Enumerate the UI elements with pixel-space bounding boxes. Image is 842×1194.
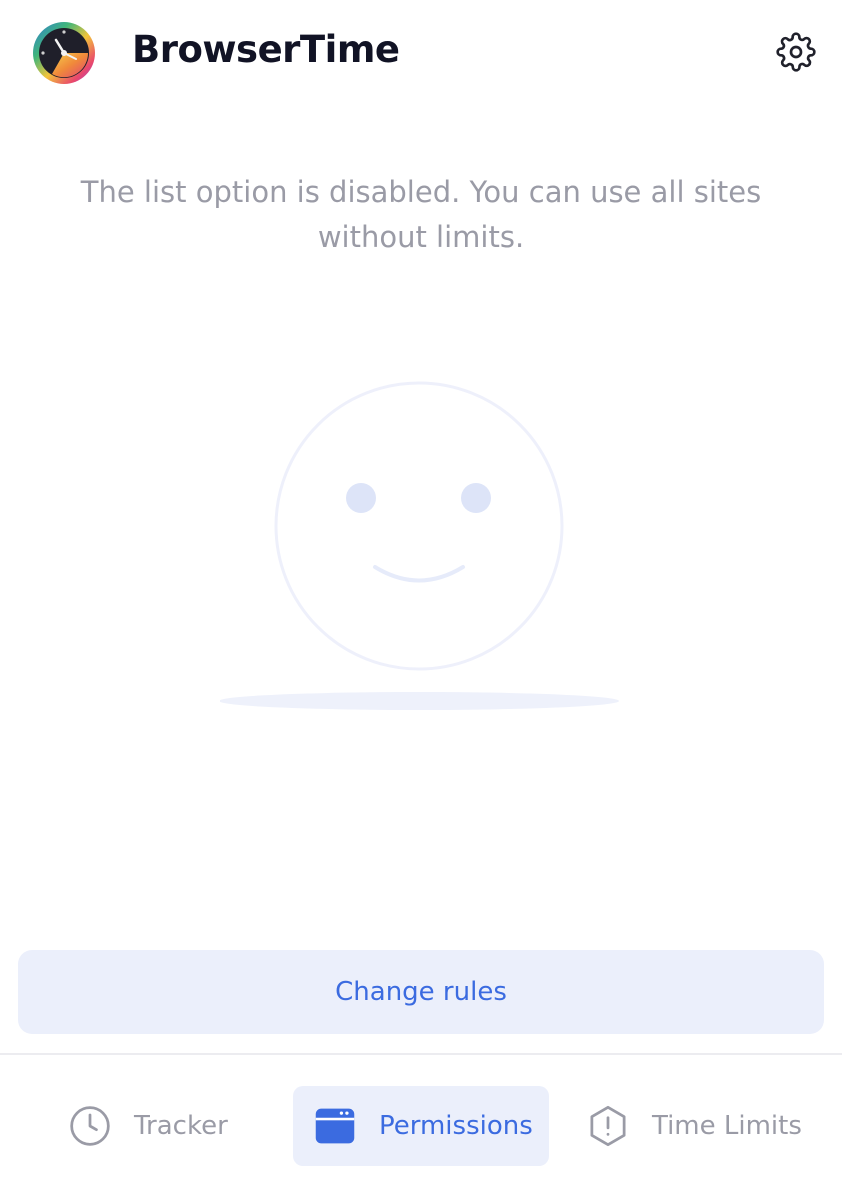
- header: BrowserTime: [0, 0, 842, 104]
- nav-tab-time-limits-label: Time Limits: [652, 1111, 802, 1141]
- nav-tab-tracker-label: Tracker: [134, 1111, 228, 1141]
- alert-octagon-icon: [590, 1105, 626, 1147]
- disabled-list-message: The list option is disabled. You can use…: [80, 175, 762, 254]
- nav-tab-tracker[interactable]: Tracker: [68, 1086, 268, 1166]
- smiley-face-icon: [219, 378, 640, 718]
- gear-icon: [776, 32, 816, 72]
- nav-tab-permissions-label: Permissions: [379, 1111, 533, 1141]
- nav-tab-time-limits[interactable]: Time Limits: [586, 1086, 826, 1166]
- bottom-nav: Tracker Permissions Time Limits: [0, 1055, 842, 1194]
- app-title: BrowserTime: [132, 28, 400, 71]
- clock-icon: [70, 1106, 110, 1146]
- browser-window-icon: [315, 1108, 355, 1144]
- settings-button[interactable]: [772, 28, 820, 76]
- browsertime-popup: BrowserTime The list option is disabled.…: [0, 0, 842, 1194]
- nav-tab-permissions[interactable]: Permissions: [293, 1086, 549, 1166]
- stopwatch-logo-icon: [30, 19, 98, 85]
- change-rules-button[interactable]: Change rules: [18, 950, 824, 1034]
